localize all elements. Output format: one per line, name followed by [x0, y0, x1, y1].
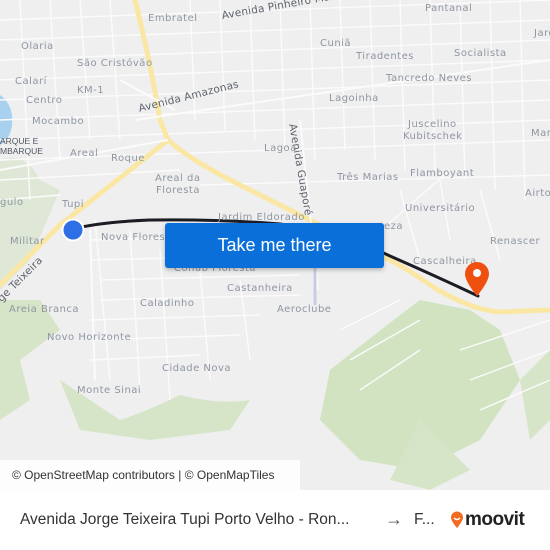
- map-label-airto: Airto: [525, 188, 550, 199]
- moovit-pin-icon: [451, 511, 463, 528]
- map-label-nova-floresta: Nova Flores: [101, 232, 166, 243]
- origin-dot-icon: [61, 218, 85, 242]
- park-area: [520, 350, 550, 440]
- destination-name: F...: [414, 511, 435, 528]
- footer-bar: Avenida Jorge Teixeira Tupi Porto Velho …: [0, 490, 550, 550]
- moovit-wordmark: moovit: [465, 509, 525, 530]
- map-label-castanheira: Castanheira: [227, 283, 293, 294]
- map-label-aeroclube: Aeroclube: [277, 304, 332, 315]
- map-label-areal-da: Areal da: [155, 173, 201, 184]
- map-label-areia-branca: Areia Branca: [9, 304, 80, 315]
- map-label-caladinho: Caladinho: [140, 298, 195, 309]
- map-label-centro: Centro: [26, 95, 63, 106]
- poi-label-line1: ARQUE E: [0, 136, 39, 146]
- map-label-militar: Militar: [10, 236, 45, 247]
- map-label-socialista: Socialista: [454, 48, 507, 59]
- park-area: [0, 300, 60, 420]
- map-label-floresta: Floresta: [156, 185, 200, 196]
- map-label-sao-cristovao: São Cristóvão: [77, 58, 153, 69]
- map[interactable]: Embratel Pantanal Olaria São Cristóvão C…: [0, 0, 550, 490]
- map-label-embratel: Embratel: [148, 13, 198, 24]
- map-label-cunia: Cuniã: [320, 38, 352, 49]
- origin-name: Avenida Jorge Teixeira Tupi Porto Velho …: [20, 511, 350, 528]
- map-label-novo-horizonte: Novo Horizonte: [47, 332, 132, 343]
- map-label-jard: Jard: [534, 28, 550, 39]
- map-label-gulo: gulo: [0, 197, 24, 208]
- map-label-tres-marias: Três Marias: [337, 172, 399, 183]
- map-label-tupi: Tupi: [62, 199, 85, 210]
- map-label-kubitschek: Kubitschek: [403, 131, 463, 142]
- map-attribution[interactable]: © OpenStreetMap contributors | © OpenMap…: [0, 460, 300, 490]
- map-label-lagoinha: Lagoinha: [329, 93, 379, 104]
- map-label-km1: KM-1: [77, 85, 105, 96]
- map-label-monte-sinai: Monte Sinai: [77, 385, 142, 396]
- poi-label-line2: MBARQUE: [0, 146, 43, 156]
- map-label-olaria: Olaria: [21, 41, 54, 52]
- map-label-mar: Mar: [531, 128, 550, 139]
- destination-marker[interactable]: [463, 260, 491, 298]
- map-pin-hole: [473, 269, 481, 277]
- take-me-there-button[interactable]: Take me there: [165, 223, 384, 268]
- arrow-right-icon: →: [385, 509, 403, 529]
- map-label-tancredo-neves: Tancredo Neves: [386, 73, 473, 84]
- map-label-cidade-nova: Cidade Nova: [162, 363, 232, 374]
- map-label-flamboyant: Flamboyant: [410, 168, 475, 179]
- map-pin-icon: [465, 262, 489, 296]
- map-label-pantanal: Pantanal: [425, 3, 473, 14]
- map-label-juscelino: Juscelino: [408, 119, 457, 130]
- map-label-calari: Calarí: [15, 76, 47, 87]
- map-label-roque: Roque: [111, 153, 145, 164]
- map-label-mocambo: Mocambo: [32, 116, 85, 127]
- map-label-tiradentes: Tiradentes: [356, 51, 414, 62]
- map-label-areal: Areal: [70, 148, 99, 159]
- map-label-renascer: Renascer: [490, 236, 541, 247]
- map-label-universitario: Universitário: [405, 203, 476, 214]
- map-label-jardim-eldorado: Jardim Eldorado: [218, 212, 305, 223]
- origin-marker[interactable]: [61, 218, 85, 242]
- moovit-logo[interactable]: moovit: [450, 509, 525, 531]
- map-label-eza: eza: [384, 221, 404, 232]
